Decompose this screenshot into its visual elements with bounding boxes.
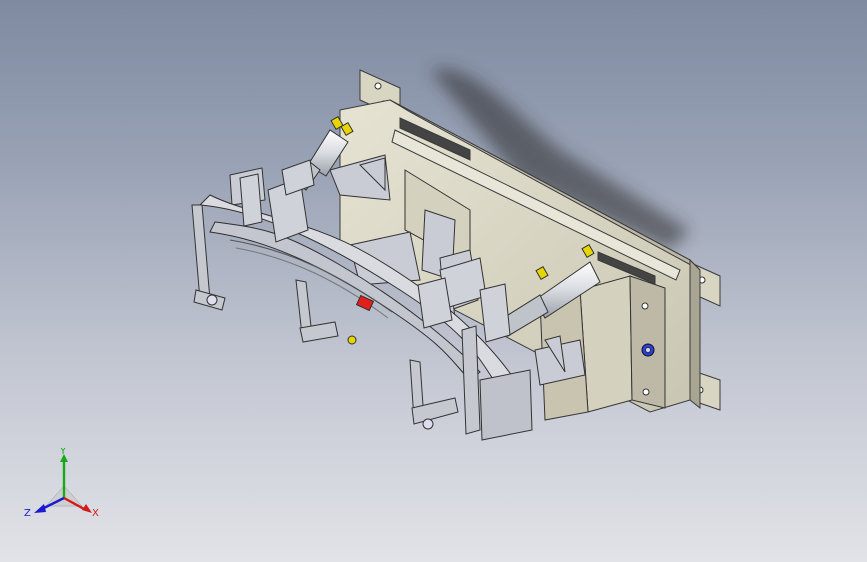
- y-axis-label: Y: [59, 448, 67, 457]
- z-axis-label: Z: [24, 508, 31, 519]
- cad-viewport[interactable]: Y X Z: [0, 0, 867, 562]
- coordinate-triad: Y X Z: [24, 448, 99, 519]
- z-axis-arrow: [34, 504, 46, 513]
- fixture-assembly-model[interactable]: [0, 0, 867, 562]
- x-axis-arrow: [82, 504, 92, 513]
- x-axis-label: X: [92, 508, 99, 519]
